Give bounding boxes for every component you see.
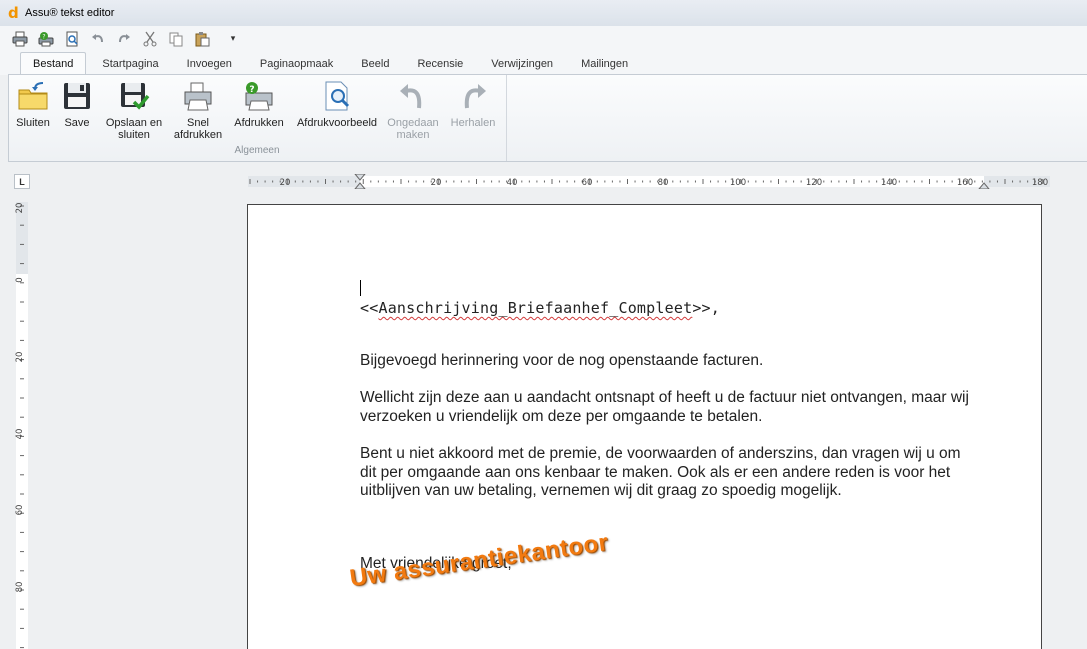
qat-customize-icon[interactable]: ▾ (226, 29, 240, 49)
print-preview-label: Afdrukvoorbeeld (296, 117, 378, 129)
app-logo-icon: d (8, 3, 19, 22)
svg-text:?: ? (249, 85, 254, 95)
print-preview-button[interactable]: Afdrukvoorbeeld (294, 79, 380, 129)
ruler-label: 0 (15, 277, 25, 282)
print-preview-icon[interactable] (62, 29, 82, 49)
save-close-label: Opslaan en sluiten (105, 117, 163, 141)
merge-field[interactable]: Aanschrijving_Briefaanhef_Compleet (378, 299, 692, 317)
paragraph-3[interactable]: Bent u niet akkoord met de premie, de vo… (360, 445, 980, 501)
ruler-label: 120 (806, 178, 822, 188)
ruler-label: 20 (15, 203, 25, 214)
ruler-label: 60 (582, 178, 593, 188)
paragraph-1[interactable]: Bijgevoegd herinnering voor de nog opens… (360, 352, 980, 371)
tab-mailingen[interactable]: Mailingen (569, 52, 640, 75)
ruler-label: 180 (1032, 178, 1048, 188)
copy-icon[interactable] (166, 29, 186, 49)
tab-verwijzingen[interactable]: Verwijzingen (479, 52, 565, 75)
ruler-label: 80 (15, 582, 25, 593)
ribbon-group-algemeen: Sluiten Save Opslaan en sluiten Snel afd… (9, 75, 507, 161)
svg-text:?: ? (42, 33, 45, 40)
quick-print-label: Snel afdrukken (173, 117, 223, 141)
ruler-label: 100 (730, 178, 746, 188)
ruler-label: 40 (507, 178, 518, 188)
horizontal-ruler[interactable]: 20 20 40 60 80 100 120 140 160 180 (248, 174, 1050, 189)
ruler-label: 20 (431, 178, 442, 188)
close-folder-icon (16, 79, 50, 113)
paragraph-2[interactable]: Wellicht zijn deze aan u aandacht ontsna… (360, 389, 980, 426)
document-page[interactable]: <<Aanschrijving_Briefaanhef_Compleet>>, … (247, 204, 1042, 649)
ruler-label: 20 (15, 352, 25, 363)
quick-print-button[interactable]: Snel afdrukken (171, 79, 225, 141)
print-icon[interactable] (10, 29, 30, 49)
undo-button[interactable]: Ongedaan maken (385, 79, 441, 141)
undo-label: Ongedaan maken (387, 117, 439, 141)
ruler-label: 140 (881, 178, 897, 188)
tab-recensie[interactable]: Recensie (405, 52, 475, 75)
ruler-label: 80 (658, 178, 669, 188)
tab-invoegen[interactable]: Invoegen (175, 52, 244, 75)
ribbon-tabs: Bestand Startpagina Invoegen Paginaopmaa… (0, 51, 1087, 75)
text-cursor (360, 280, 361, 296)
print-button[interactable]: ? Afdrukken (231, 79, 287, 129)
quick-print-icon (181, 79, 215, 113)
print-help-icon[interactable]: ? (36, 29, 56, 49)
vertical-ruler[interactable]: 20 0 20 40 60 80 (14, 202, 30, 649)
close-label: Sluiten (16, 117, 50, 129)
print-preview-icon (320, 79, 354, 113)
redo-label: Herhalen (450, 117, 496, 129)
redo-icon (456, 79, 490, 113)
quick-access-toolbar: ? ▾ (0, 26, 1087, 51)
tab-stop-selector[interactable]: L (14, 174, 30, 189)
ruler-label: 60 (15, 505, 25, 516)
print-icon: ? (242, 79, 276, 113)
merge-field-line[interactable]: <<Aanschrijving_Briefaanhef_Compleet>>, (360, 299, 720, 317)
merge-prefix: << (360, 299, 379, 317)
ruler-label: 160 (957, 178, 973, 188)
ruler-label: 40 (15, 429, 25, 440)
signature-logo: Uw assurantiekantoor (348, 528, 611, 593)
undo-icon[interactable] (88, 29, 108, 49)
ruler-label: 20 (280, 178, 291, 188)
ribbon-panel: Sluiten Save Opslaan en sluiten Snel afd… (8, 74, 1087, 162)
redo-button[interactable]: Herhalen (447, 79, 499, 129)
merge-suffix: >>, (692, 299, 721, 317)
group-label: Algemeen (234, 145, 280, 156)
redo-icon[interactable] (114, 29, 134, 49)
paste-icon[interactable] (192, 29, 212, 49)
title-bar: d Assu® tekst editor (0, 0, 1087, 26)
save-icon (60, 79, 94, 113)
close-button[interactable]: Sluiten (13, 79, 53, 129)
window-title: Assu® tekst editor (25, 7, 115, 19)
tab-startpagina[interactable]: Startpagina (90, 52, 170, 75)
save-close-button[interactable]: Opslaan en sluiten (101, 79, 167, 141)
tab-paginaopmaak[interactable]: Paginaopmaak (248, 52, 345, 75)
save-close-icon (117, 79, 151, 113)
cut-icon[interactable] (140, 29, 160, 49)
print-label: Afdrukken (234, 117, 284, 129)
save-label: Save (64, 117, 90, 129)
undo-icon (396, 79, 430, 113)
tab-bestand[interactable]: Bestand (20, 52, 87, 75)
save-button[interactable]: Save (59, 79, 95, 129)
tab-beeld[interactable]: Beeld (349, 52, 401, 75)
